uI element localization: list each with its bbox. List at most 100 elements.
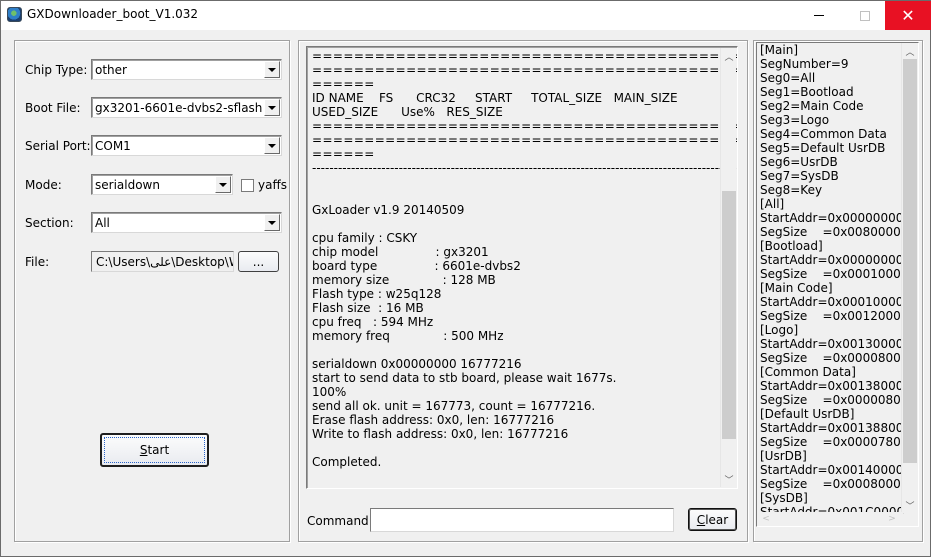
chevron-down-icon[interactable]	[264, 99, 280, 116]
ini-line: StartAddr=0x00138800	[760, 421, 904, 435]
log-line: Write to flash address: 0x0, len: 167772…	[312, 427, 569, 441]
globe-icon	[7, 7, 22, 22]
ini-line: [Main Code]	[760, 281, 833, 295]
chip-type-label: Chip Type:	[25, 63, 88, 77]
start-button-label: Start	[139, 443, 170, 457]
ini-line: Seg6=UsrDB	[760, 155, 838, 169]
ini-line: SegSize =0x00080000	[760, 477, 909, 491]
boot-file-label: Boot File:	[25, 101, 81, 115]
scroll-right-icon[interactable]: >	[885, 512, 899, 526]
log-scroll-thumb[interactable]	[722, 191, 736, 440]
ini-line: Seg5=Default UsrDB	[760, 141, 886, 155]
ini-line: [Main]	[760, 43, 799, 57]
log-line: Erase flash address: 0x0, len: 16777216	[312, 413, 555, 427]
clear-button-label: Clear	[696, 512, 729, 527]
ini-line: [UsrDB]	[760, 449, 807, 463]
log-line: 100%	[312, 385, 347, 399]
log-line: ========================================…	[312, 119, 738, 133]
window-title: GXDownloader_boot_V1.032	[27, 7, 199, 21]
ini-line: StartAddr=0x00140000	[760, 463, 904, 477]
log-line: memory size : 128 MB	[312, 273, 496, 287]
command-label: Command:	[307, 514, 373, 528]
ini-line: Seg1=Bootload	[760, 85, 854, 99]
log-line: cpu freq : 594 MHz	[312, 315, 434, 329]
chip-type-select[interactable]: other	[91, 59, 282, 80]
ini-line: StartAddr=0x00138000	[760, 379, 904, 393]
close-button[interactable]: ✕	[885, 1, 931, 30]
chevron-down-icon[interactable]	[264, 61, 280, 78]
log-line: start to send data to stb board, please …	[312, 371, 617, 385]
log-line: board type : 6601e-dvbs2	[312, 259, 521, 273]
mode-value: serialdown	[95, 178, 160, 192]
log-line: chip model : gx3201	[312, 245, 489, 259]
yaffs-checkbox[interactable]	[241, 179, 254, 192]
serial-port-value: COM1	[95, 139, 131, 153]
log-line: ID NAME FS CRC32 START TOTAL_SIZE MAIN_S…	[312, 91, 678, 105]
ini-line: Seg3=Logo	[760, 113, 830, 127]
ini-line: StartAddr=0x00000000	[760, 211, 904, 225]
section-label: Section:	[25, 216, 74, 230]
ini-line: SegSize =0x00120000	[760, 309, 909, 323]
serial-port-select[interactable]: COM1	[91, 135, 282, 156]
ini-line: Seg2=Main Code	[760, 99, 864, 113]
ini-line: SegSize =0x00000800	[760, 393, 909, 407]
boot-file-select[interactable]: gx3201-6601e-dvbs2-sflash.boot	[91, 97, 282, 118]
log-line: ======	[312, 77, 375, 91]
ini-line: [SysDB]	[760, 491, 808, 505]
ini-line: StartAddr=0x00130000	[760, 337, 904, 351]
ini-line: [All]	[760, 197, 785, 211]
command-input[interactable]	[370, 508, 674, 532]
chevron-down-icon[interactable]	[264, 137, 280, 154]
ini-line: [Common Data]	[760, 365, 856, 379]
title-bar[interactable]: GXDownloader_boot_V1.032 ✕	[1, 1, 931, 30]
log-line: cpu family : CSKY	[312, 231, 418, 245]
maximize-button[interactable]	[842, 1, 888, 30]
log-text: ========================================…	[312, 49, 738, 469]
ini-line: SegSize =0x00007800	[760, 435, 909, 449]
log-line: GxLoader v1.9 20140509	[312, 203, 465, 217]
log-line: send all ok. unit = 167773, count = 1677…	[312, 399, 596, 413]
ini-line: [Default UsrDB]	[760, 407, 855, 421]
ini-text: [Main] SegNumber=9 Seg0=All Seg1=Bootload Se…	[760, 43, 908, 519]
log-output[interactable]: ========================================…	[306, 46, 738, 489]
ini-hscrollbar[interactable]: < >	[757, 512, 903, 526]
chip-type-value: other	[95, 63, 127, 77]
section-select[interactable]: All	[91, 212, 282, 233]
scroll-left-icon[interactable]: <	[759, 512, 773, 526]
segment-config-text[interactable]: [Main] SegNumber=9 Seg0=All Seg1=Bootload Se…	[756, 42, 919, 527]
scroll-up-icon[interactable]: ︿	[721, 48, 737, 64]
scroll-down-icon[interactable]: ﹀	[721, 471, 737, 487]
log-line: ========================================…	[312, 133, 738, 147]
scroll-up-icon[interactable]: ︿	[902, 43, 918, 59]
ini-line: StartAddr=0x00000000	[760, 253, 904, 267]
start-button[interactable]: Start	[100, 433, 209, 467]
ini-scrollbar[interactable]: ︿ ﹀	[901, 43, 917, 513]
clear-button[interactable]: Clear	[688, 508, 737, 531]
section-value: All	[95, 216, 110, 230]
ini-line: SegSize =0x00010000	[760, 267, 909, 281]
ini-line: Seg8=Key	[760, 183, 823, 197]
chevron-down-icon[interactable]	[215, 176, 231, 193]
ini-line: [Logo]	[760, 323, 799, 337]
log-scrollbar[interactable]: ︿ ﹀	[720, 48, 736, 487]
ini-line: SegNumber=9	[760, 57, 849, 71]
minimize-icon	[814, 15, 824, 16]
log-line: memory freq : 500 MHz	[312, 329, 504, 343]
ini-line: SegSize =0x00008000	[760, 351, 909, 365]
ini-scroll-thumb[interactable]	[903, 59, 917, 463]
log-line: ========================================…	[312, 63, 738, 77]
browse-button[interactable]: ...	[238, 251, 279, 272]
log-line: ======	[312, 147, 375, 161]
mode-select[interactable]: serialdown	[91, 174, 233, 195]
yaffs-label: yaffs	[258, 178, 287, 192]
maximize-icon	[860, 10, 870, 21]
minimize-button[interactable]	[796, 1, 842, 30]
scroll-down-icon[interactable]: ﹀	[902, 497, 918, 513]
chevron-down-icon[interactable]	[264, 214, 280, 231]
file-path-field[interactable]: C:\Users\علی\Desktop\W	[91, 251, 234, 272]
file-path-value: C:\Users\علی\Desktop\W	[96, 255, 234, 269]
log-line: ========================================…	[312, 49, 738, 63]
